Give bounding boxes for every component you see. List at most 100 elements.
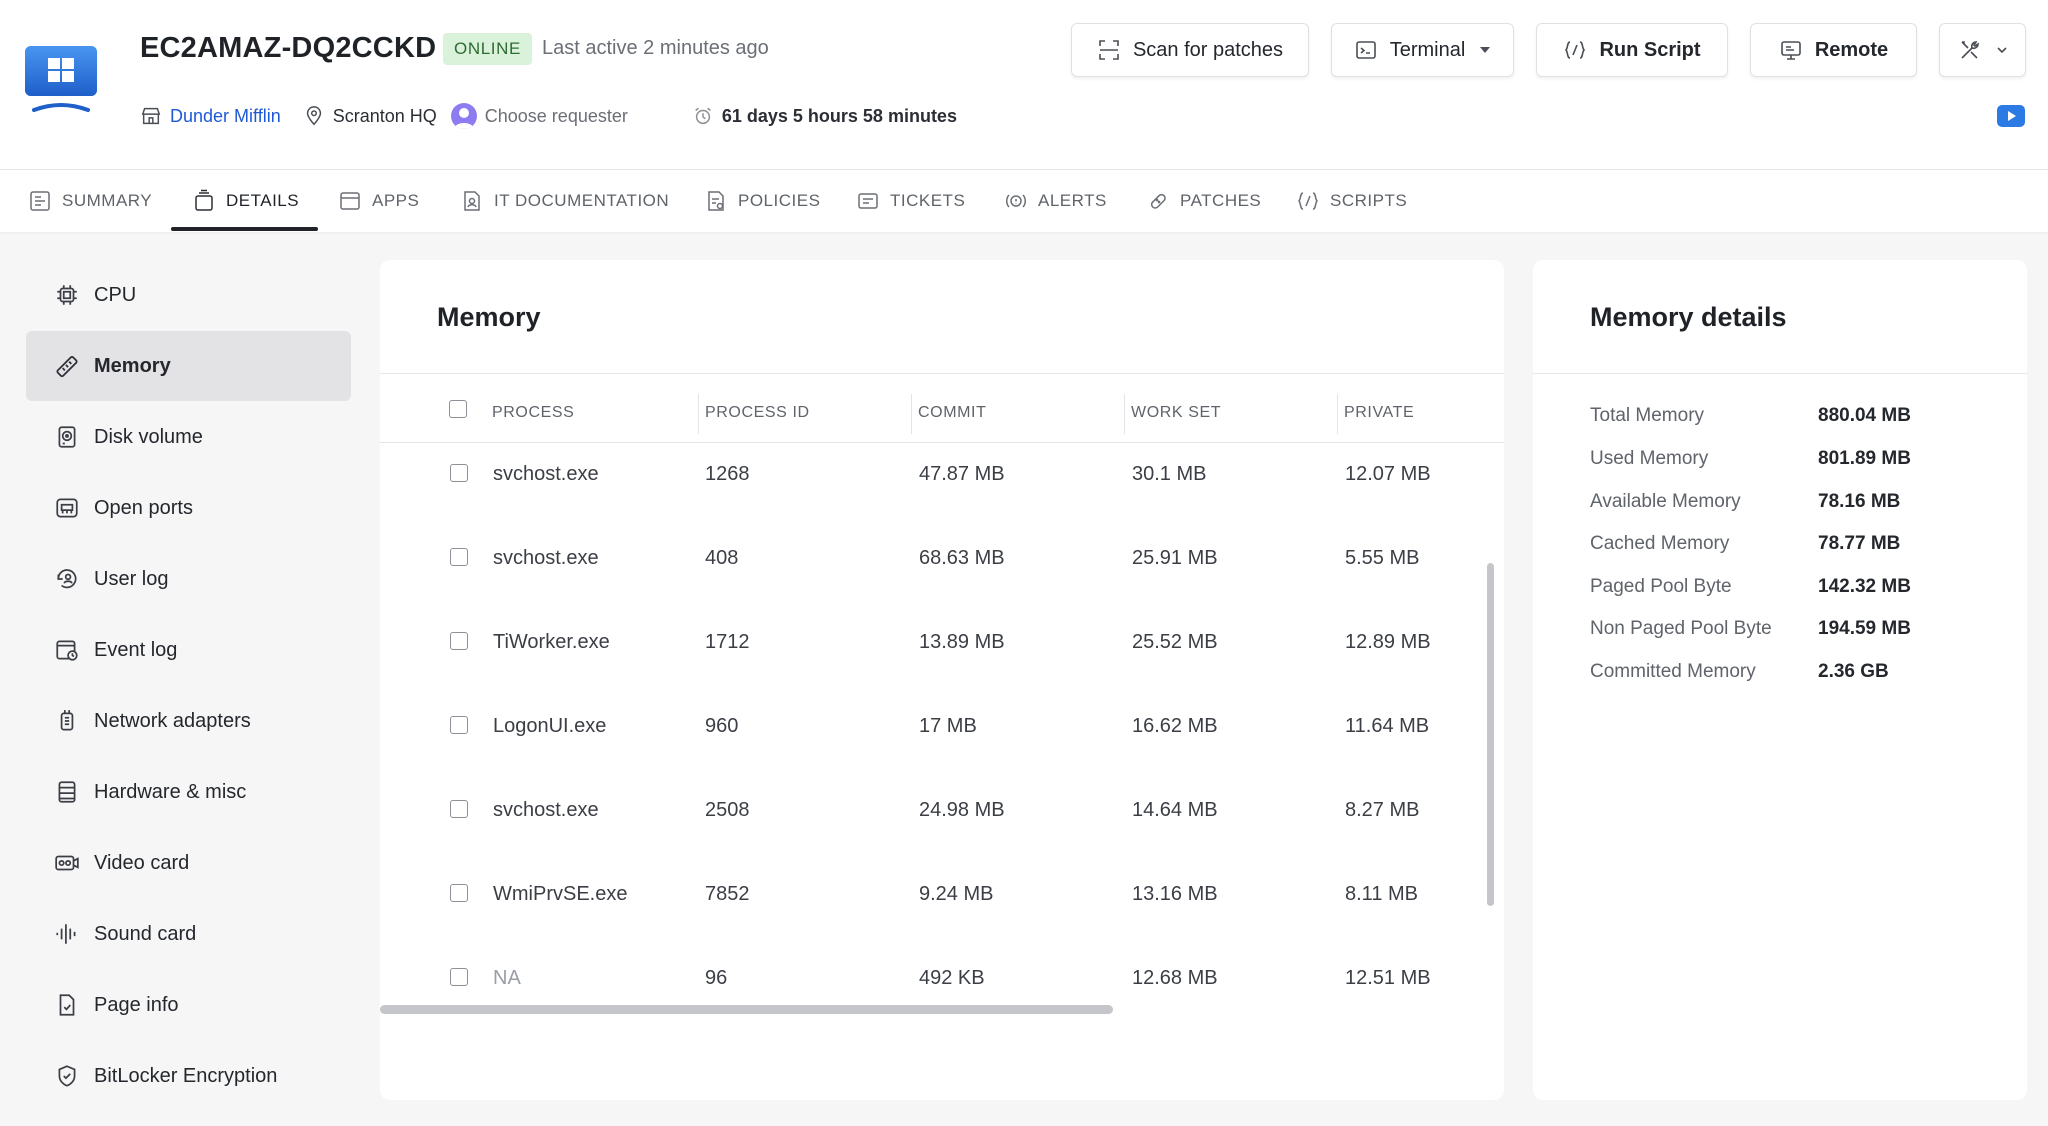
cell-private: 5.55 MB [1345, 547, 1420, 569]
row-checkbox[interactable] [450, 548, 468, 566]
sidebar-item-label: Disk volume [94, 425, 203, 448]
sidebar-item-user-log[interactable]: User log [26, 544, 351, 614]
cell-commit: 68.63 MB [919, 547, 1005, 569]
requester-select[interactable]: Choose requester [450, 103, 628, 129]
sidebar-item-open-ports[interactable]: Open ports [26, 473, 351, 543]
organization-name[interactable]: Dunder Mifflin [170, 106, 281, 127]
alert-icon [1006, 194, 1026, 208]
terminal-button[interactable]: Terminal [1331, 23, 1514, 77]
cell-work-set: 13.16 MB [1132, 883, 1218, 905]
row-checkbox[interactable] [450, 800, 468, 818]
building-icon [141, 107, 161, 125]
cell-process-id: 1712 [705, 631, 750, 653]
details-icon [195, 189, 213, 211]
page-info-icon [59, 994, 75, 1016]
horizontal-scrollbar[interactable] [380, 1005, 1113, 1014]
sidebar-item-hardware-misc[interactable]: Hardware & misc [26, 757, 351, 827]
tab-details[interactable]: DETAILS [192, 170, 299, 232]
scan-icon [1099, 40, 1119, 60]
organization-link[interactable]: Dunder Mifflin [140, 105, 281, 127]
uptime-value: 61 days 5 hours 58 minutes [721, 105, 957, 126]
column-divider[interactable] [698, 394, 699, 434]
cell-process: TiWorker.exe [493, 631, 610, 653]
panel-title: Memory details [1590, 302, 1787, 332]
tab-alerts[interactable]: ALERTS [1004, 170, 1107, 232]
tab-apps[interactable]: APPS [338, 170, 419, 232]
user-log-icon [57, 569, 77, 589]
row-checkbox[interactable] [450, 968, 468, 986]
cell-process-id: 2508 [705, 799, 750, 821]
detail-label: Paged Pool Byte [1590, 576, 1732, 597]
tab-scripts[interactable]: SCRIPTS [1296, 170, 1407, 232]
cell-process-id: 408 [705, 547, 739, 569]
sidebar-item-page-info[interactable]: Page info [26, 970, 351, 1040]
sidebar-item-label: Hardware & misc [94, 780, 247, 803]
vertical-scrollbar[interactable] [1487, 563, 1494, 906]
cell-process: svchost.exe [493, 463, 599, 485]
cell-commit: 13.89 MB [919, 631, 1005, 653]
event-log-icon [56, 640, 78, 661]
sidebar-item-event-log[interactable]: Event log [26, 615, 351, 685]
scan-for-patches-button[interactable]: Scan for patches [1071, 23, 1309, 77]
tab-patches[interactable]: PATCHES [1146, 170, 1261, 232]
sidebar-item-memory[interactable]: Memory [26, 331, 351, 401]
requester-placeholder[interactable]: Choose requester [485, 106, 628, 127]
memory-icon [56, 356, 78, 378]
tab-label: DETAILS [226, 191, 300, 210]
windows-logo-icon [24, 44, 98, 122]
tab-label: PATCHES [1180, 191, 1262, 210]
ports-icon [56, 498, 78, 518]
sidebar-item-disk-volume[interactable]: Disk volume [26, 402, 351, 472]
column-header-private[interactable]: PRIVATE [1344, 404, 1414, 422]
tab-label: SCRIPTS [1330, 191, 1408, 210]
divider [380, 373, 1504, 374]
row-checkbox[interactable] [450, 632, 468, 650]
cell-process: NA [493, 967, 521, 989]
column-header-process-id[interactable]: PROCESS ID [705, 404, 810, 422]
tab-tickets[interactable]: TICKETS [856, 170, 965, 232]
column-header-work-set[interactable]: WORK SET [1131, 404, 1221, 422]
sidebar-item-video-card[interactable]: Video card [26, 828, 351, 898]
last-active-text: Last active 2 minutes ago [542, 37, 769, 59]
column-header-commit[interactable]: COMMIT [918, 404, 986, 422]
uptime: 61 days 5 hours 58 minutes [692, 105, 957, 127]
tab-summary[interactable]: SUMMARY [28, 170, 152, 232]
cell-process: LogonUI.exe [493, 715, 607, 737]
summary-icon [30, 191, 50, 211]
location: Scranton HQ [303, 105, 437, 127]
cell-work-set: 16.62 MB [1132, 715, 1218, 737]
apps-icon [340, 192, 360, 210]
row-checkbox[interactable] [450, 716, 468, 734]
sidebar-item-sound-card[interactable]: Sound card [26, 899, 351, 969]
tab-it-documentation[interactable]: IT DOCUMENTATION [460, 170, 669, 232]
sidebar-item-bitlocker[interactable]: BitLocker Encryption [26, 1041, 351, 1111]
column-divider[interactable] [1124, 394, 1125, 434]
column-divider[interactable] [911, 394, 912, 434]
row-checkbox[interactable] [450, 884, 468, 902]
column-divider[interactable] [1337, 394, 1338, 434]
detail-value: 2.36 GB [1818, 661, 1889, 682]
detail-value: 194.59 MB [1818, 618, 1911, 639]
detail-label: Committed Memory [1590, 661, 1756, 682]
tools-menu-button[interactable] [1939, 23, 2026, 77]
sidebar-item-label: User log [94, 567, 169, 590]
sidebar-item-cpu[interactable]: CPU [26, 260, 351, 330]
cell-private: 12.51 MB [1345, 967, 1431, 989]
detail-label: Non Paged Pool Byte [1590, 618, 1772, 639]
avatar [450, 103, 477, 129]
column-header-process[interactable]: PROCESS [492, 404, 574, 422]
sidebar-item-label: BitLocker Encryption [94, 1064, 278, 1087]
network-adapter-icon [60, 710, 74, 731]
detail-label: Cached Memory [1590, 533, 1730, 554]
remote-button[interactable]: Remote [1750, 23, 1917, 77]
terminal-icon [1355, 41, 1376, 59]
row-checkbox[interactable] [450, 464, 468, 482]
cell-private: 12.07 MB [1345, 463, 1431, 485]
tab-policies[interactable]: POLICIES [704, 170, 820, 232]
sidebar-item-label: Memory [94, 354, 171, 377]
cell-commit: 9.24 MB [919, 883, 994, 905]
run-script-button[interactable]: Run Script [1536, 23, 1728, 77]
select-all-checkbox[interactable] [449, 400, 467, 418]
sidebar-item-network-adapters[interactable]: Network adapters [26, 686, 351, 756]
video-play-button[interactable] [1997, 105, 2025, 127]
